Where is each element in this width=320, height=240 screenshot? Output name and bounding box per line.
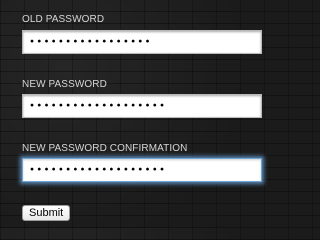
old-password-field[interactable]: ••••••••••••••••• [22, 30, 262, 54]
new-password-field[interactable]: ••••••••••••••••••• [22, 94, 262, 118]
old-password-masked-value: ••••••••••••••••• [29, 36, 152, 48]
new-password-confirmation-field[interactable]: ••••••••••••••••••• [22, 158, 262, 182]
new-password-confirmation-masked-value: ••••••••••••••••••• [29, 164, 167, 176]
submit-button[interactable]: Submit [22, 205, 71, 221]
old-password-label: OLD PASSWORD [22, 14, 105, 25]
change-password-form: OLD PASSWORD ••••••••••••••••• NEW PASSW… [0, 0, 304, 228]
new-password-confirmation-label: NEW PASSWORD CONFIRMATION [22, 143, 188, 154]
new-password-label: NEW PASSWORD [22, 79, 107, 90]
new-password-masked-value: ••••••••••••••••••• [29, 100, 167, 112]
